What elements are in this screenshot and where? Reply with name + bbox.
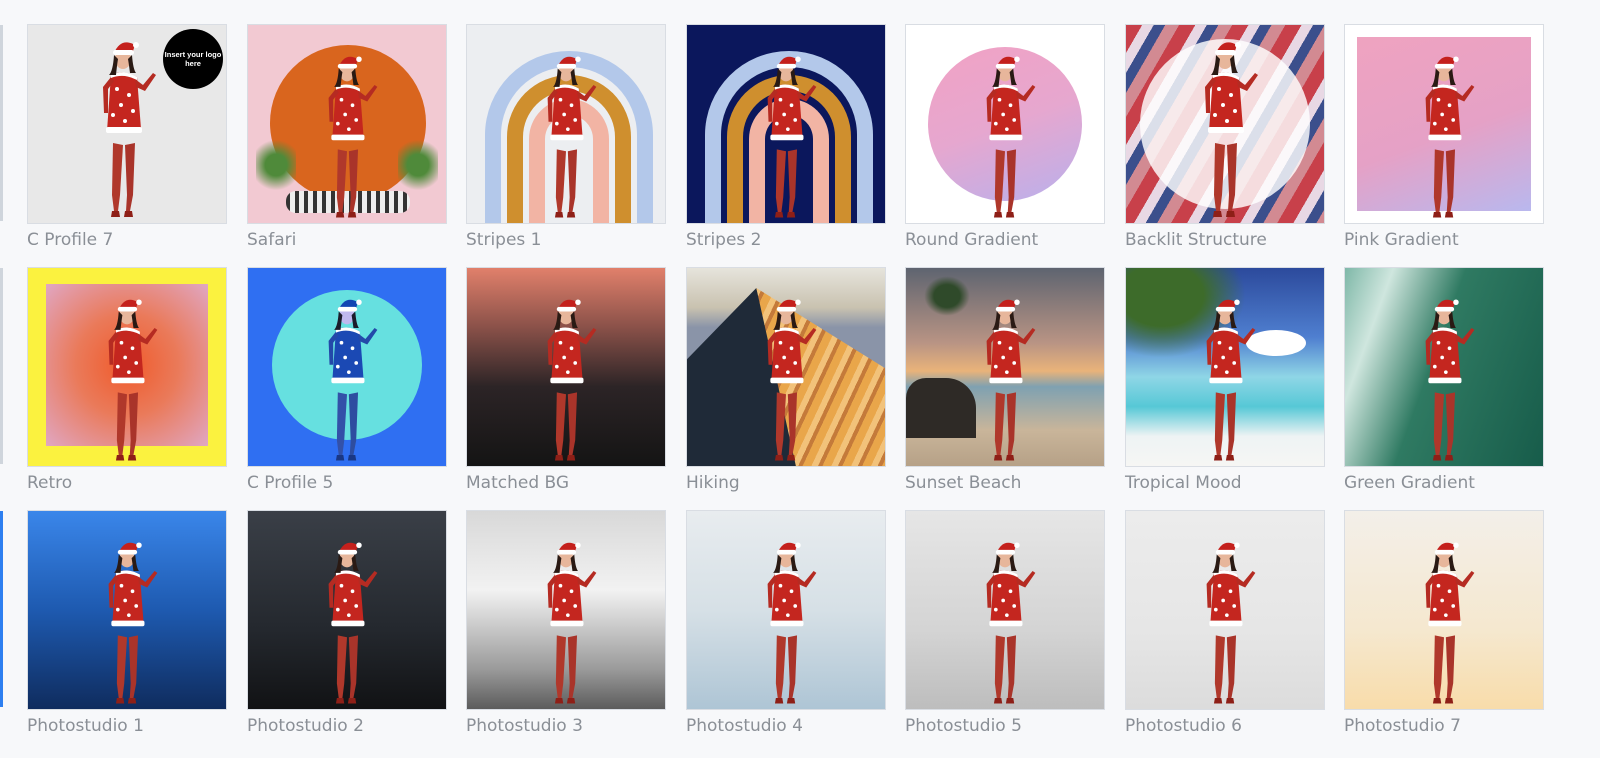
- template-thumbnail[interactable]: [27, 267, 227, 467]
- person-cutout: [749, 41, 823, 223]
- template-card-photostudio-6[interactable]: Photostudio 6: [1125, 510, 1325, 736]
- person-cutout: [529, 41, 603, 223]
- template-thumbnail[interactable]: [686, 24, 886, 224]
- template-thumbnail[interactable]: [905, 24, 1105, 224]
- template-card-matched-bg[interactable]: Matched BG: [466, 267, 666, 493]
- template-thumbnail[interactable]: [466, 267, 666, 467]
- template-card-c-profile-7[interactable]: Insert your logo here C Profile 7: [27, 24, 227, 250]
- template-label: Stripes 2: [686, 230, 762, 250]
- template-thumbnail[interactable]: [686, 267, 886, 467]
- person-cutout: [1407, 527, 1481, 709]
- template-thumbnail[interactable]: [1125, 267, 1325, 467]
- person-cutout: [1188, 284, 1262, 466]
- template-card-retro[interactable]: Retro: [27, 267, 227, 493]
- template-thumbnail[interactable]: [247, 510, 447, 710]
- template-card-round-gradient[interactable]: Round Gradient: [905, 24, 1105, 250]
- template-card-photostudio-5[interactable]: Photostudio 5: [905, 510, 1105, 736]
- palm-tree: [924, 276, 970, 316]
- template-card-pink-gradient[interactable]: Pink Gradient: [1344, 24, 1544, 250]
- person-cutout: [310, 527, 384, 709]
- template-card-safari[interactable]: Safari: [247, 24, 447, 250]
- template-label: Retro: [27, 473, 73, 493]
- previous-column-edge: [0, 268, 3, 464]
- template-thumbnail[interactable]: [905, 510, 1105, 710]
- person-cutout: [529, 284, 603, 466]
- person-cutout: [1407, 41, 1481, 223]
- person-cutout: [310, 41, 384, 223]
- template-label: Stripes 1: [466, 230, 542, 250]
- template-card-c-profile-5[interactable]: C Profile 5: [247, 267, 447, 493]
- template-thumbnail[interactable]: [1344, 510, 1544, 710]
- person-cutout: [1185, 25, 1265, 223]
- person-cutout: [90, 527, 164, 709]
- template-card-backlit-structure[interactable]: Backlit Structure: [1125, 24, 1325, 250]
- template-label: C Profile 7: [27, 230, 114, 250]
- template-label: Green Gradient: [1344, 473, 1475, 493]
- template-card-photostudio-7[interactable]: Photostudio 7: [1344, 510, 1544, 736]
- person-cutout: [529, 527, 603, 709]
- person-cutout: [1407, 284, 1481, 466]
- template-label: Sunset Beach: [905, 473, 1022, 493]
- person-cutout: [83, 25, 163, 223]
- person-cutout: [968, 284, 1042, 466]
- template-thumbnail[interactable]: [1344, 267, 1544, 467]
- template-label: Backlit Structure: [1125, 230, 1267, 250]
- template-thumbnail[interactable]: [905, 267, 1105, 467]
- template-card-photostudio-4[interactable]: Photostudio 4: [686, 510, 886, 736]
- template-card-stripes-1[interactable]: Stripes 1: [466, 24, 666, 250]
- person-cutout: [90, 284, 164, 466]
- template-label: Photostudio 1: [27, 716, 144, 736]
- person-cutout: [310, 284, 384, 466]
- template-label: Photostudio 3: [466, 716, 583, 736]
- template-card-photostudio-3[interactable]: Photostudio 3: [466, 510, 666, 736]
- template-card-green-gradient[interactable]: Green Gradient: [1344, 267, 1544, 493]
- person-cutout: [968, 41, 1042, 223]
- template-thumbnail[interactable]: [1125, 24, 1325, 224]
- template-label: Tropical Mood: [1125, 473, 1242, 493]
- template-thumbnail[interactable]: [27, 510, 227, 710]
- template-card-photostudio-1[interactable]: Photostudio 1: [27, 510, 227, 736]
- template-card-photostudio-2[interactable]: Photostudio 2: [247, 510, 447, 736]
- template-card-stripes-2[interactable]: Stripes 2: [686, 24, 886, 250]
- previous-column-edge: [0, 25, 3, 221]
- template-label: Photostudio 6: [1125, 716, 1242, 736]
- rocks: [906, 378, 976, 438]
- template-thumbnail[interactable]: [247, 267, 447, 467]
- template-label: Photostudio 7: [1344, 716, 1461, 736]
- foliage-right: [398, 135, 438, 195]
- template-card-sunset-beach[interactable]: Sunset Beach: [905, 267, 1105, 493]
- template-thumbnail[interactable]: [1125, 510, 1325, 710]
- logo-placeholder-badge: Insert your logo here: [163, 29, 223, 89]
- template-label: Round Gradient: [905, 230, 1039, 250]
- template-thumbnail[interactable]: [247, 24, 447, 224]
- template-label: Pink Gradient: [1344, 230, 1459, 250]
- template-label: Photostudio 2: [247, 716, 364, 736]
- template-label: Matched BG: [466, 473, 570, 493]
- template-card-tropical-mood[interactable]: Tropical Mood: [1125, 267, 1325, 493]
- template-thumbnail[interactable]: [466, 24, 666, 224]
- template-label: Hiking: [686, 473, 740, 493]
- template-thumbnail[interactable]: [466, 510, 666, 710]
- template-gallery: Insert your logo here C Profile 7 Safari…: [0, 0, 1600, 758]
- foliage-left: [256, 135, 296, 195]
- person-cutout: [968, 527, 1042, 709]
- template-card-hiking[interactable]: Hiking: [686, 267, 886, 493]
- template-label: C Profile 5: [247, 473, 334, 493]
- person-cutout: [749, 284, 823, 466]
- template-thumbnail[interactable]: [686, 510, 886, 710]
- template-label: Photostudio 5: [905, 716, 1022, 736]
- template-thumbnail[interactable]: [1344, 24, 1544, 224]
- template-thumbnail[interactable]: Insert your logo here: [27, 24, 227, 224]
- template-label: Safari: [247, 230, 297, 250]
- template-label: Photostudio 4: [686, 716, 803, 736]
- person-cutout: [749, 527, 823, 709]
- previous-column-edge: [0, 511, 3, 707]
- person-cutout: [1188, 527, 1262, 709]
